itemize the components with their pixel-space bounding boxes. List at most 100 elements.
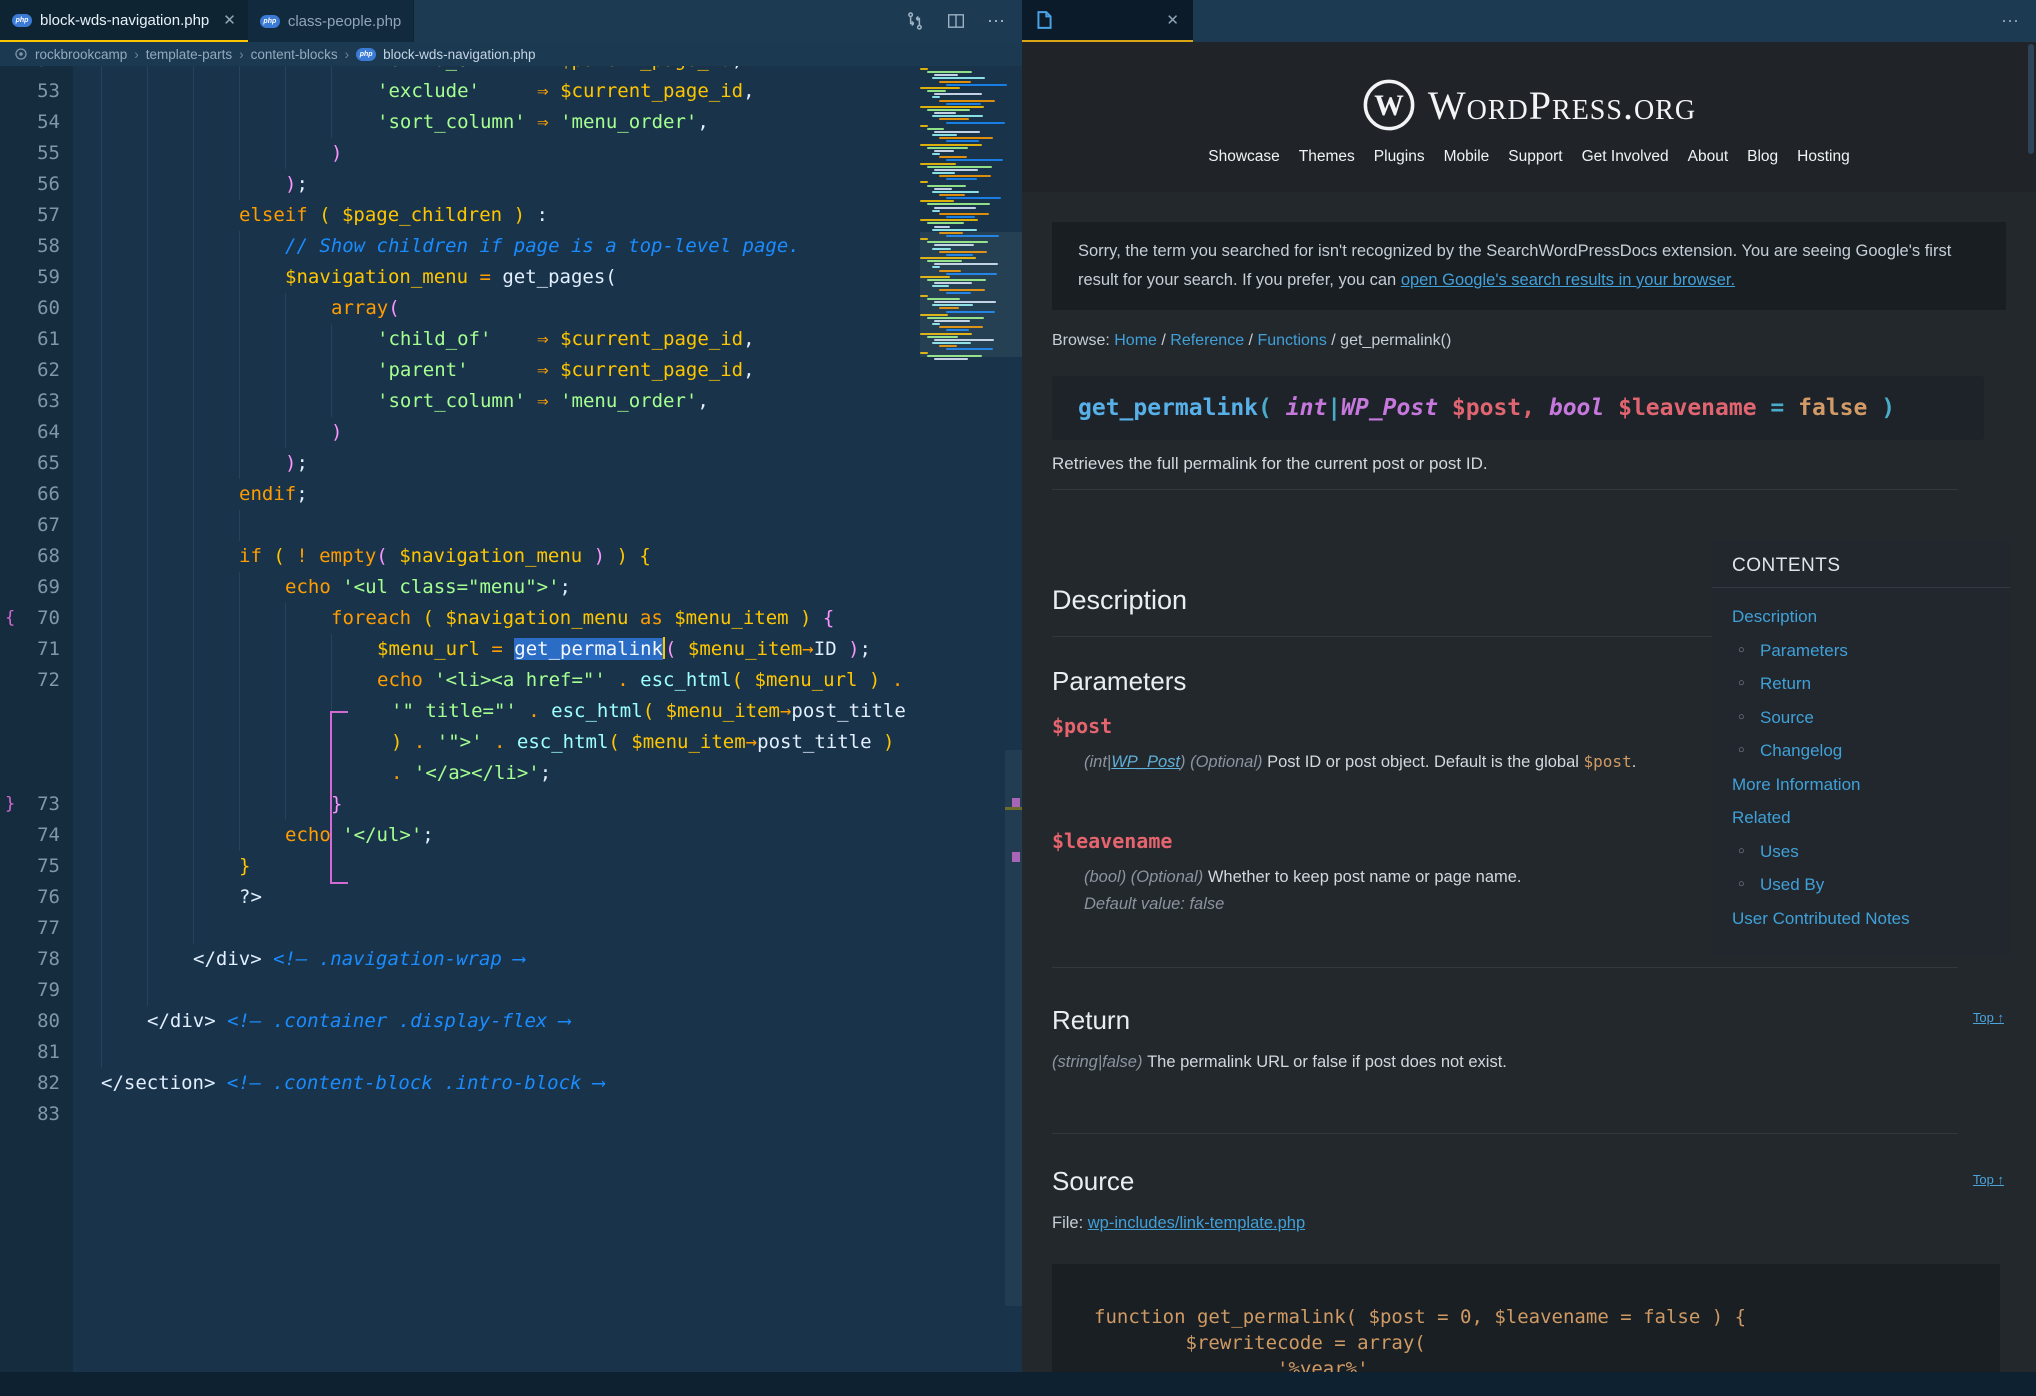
search-notice: Sorry, the term you searched for isn't r…: [1052, 222, 2006, 310]
more-actions-icon[interactable]: ⋯: [2001, 11, 2020, 32]
code-line[interactable]: 68if ( ! empty( $navigation_menu ) ) {: [0, 541, 1010, 572]
top-link[interactable]: Top ↑: [1973, 1172, 2004, 1187]
contents-link-user-contributed-notes[interactable]: User Contributed Notes: [1712, 902, 2010, 936]
code-line[interactable]: 62'parent' ⇒ $current_page_id,: [0, 355, 1010, 386]
code-line[interactable]: 60array(: [0, 293, 1010, 324]
webview-scrollbar[interactable]: [2028, 44, 2034, 154]
tab-class-people[interactable]: php class-people.php: [248, 0, 414, 42]
tab-block-wds-navigation[interactable]: php block-wds-navigation.php ✕: [0, 0, 248, 42]
tab-bar-left: php block-wds-navigation.php ✕ php class…: [0, 0, 1022, 42]
line-number: 63: [0, 386, 60, 417]
param-post-desc: (int|WP_Post) (Optional) Post ID or post…: [1084, 748, 1684, 776]
line-number: 60: [0, 293, 60, 324]
line-number: 58: [0, 231, 60, 262]
code-line[interactable]: 67: [0, 510, 1010, 541]
line-number: 81: [0, 1037, 60, 1068]
code-line[interactable]: 69echo '<ul class="menu">';: [0, 572, 1010, 603]
return-desc: (string|false) The permalink URL or fals…: [1052, 1053, 1507, 1072]
code-line[interactable]: 78</div> <!— .navigation-wrap ⟶: [0, 944, 1010, 975]
overview-ruler-selection-marker: [1012, 852, 1020, 862]
code-line[interactable]: 63'sort_column' ⇒ 'menu_order',: [0, 386, 1010, 417]
code-line[interactable]: 66endif;: [0, 479, 1010, 510]
wp-nav-get-involved[interactable]: Get Involved: [1582, 148, 1669, 166]
line-number: 75: [0, 851, 60, 882]
contents-link-description[interactable]: Description: [1712, 600, 2010, 634]
line-number: 68: [0, 541, 60, 572]
line-number: 69: [0, 572, 60, 603]
top-link[interactable]: Top ↑: [1973, 1010, 2004, 1025]
param-leavename-default: Default value: false: [1084, 891, 1684, 918]
code-line[interactable]: 76?>: [0, 882, 1010, 913]
contents-link-more-information[interactable]: More Information: [1712, 768, 2010, 802]
line-number: 67: [0, 510, 60, 541]
breadcrumb-item[interactable]: content-blocks: [251, 47, 338, 62]
contents-link-source[interactable]: Source: [1712, 701, 2010, 735]
code-line[interactable]: 54'sort_column' ⇒ 'menu_order',: [0, 107, 1010, 138]
code-line[interactable]: 59$navigation_menu = get_pages(: [0, 262, 1010, 293]
code-line[interactable]: 74echo '</ul>';: [0, 820, 1010, 851]
code-line[interactable]: 75}: [0, 851, 1010, 882]
tab-label: class-people.php: [288, 13, 401, 30]
code-line[interactable]: 80</div> <!— .container .display-flex ⟶: [0, 1006, 1010, 1037]
code-line[interactable]: 64): [0, 417, 1010, 448]
code-line[interactable]: . '</a></li>';: [0, 758, 1010, 789]
code-line[interactable]: 72echo '<li><a href="' . esc_html( $menu…: [0, 665, 1010, 696]
contents-link-return[interactable]: Return: [1712, 667, 2010, 701]
code-line[interactable]: 65);: [0, 448, 1010, 479]
line-number: 55: [0, 138, 60, 169]
code-line[interactable]: 61'child_of' ⇒ $current_page_id,: [0, 324, 1010, 355]
wp-nav-mobile[interactable]: Mobile: [1444, 148, 1490, 166]
line-number: 82: [0, 1068, 60, 1099]
code-line[interactable]: 77: [0, 913, 1010, 944]
code-line[interactable]: 73}}: [0, 789, 1010, 820]
browse-breadcrumb: Browse: Home / Reference / Functions / g…: [1052, 332, 1451, 350]
code-line[interactable]: 83: [0, 1099, 1010, 1130]
code-line[interactable]: 82</section> <!— .content-block .intro-b…: [0, 1068, 1010, 1099]
code-line[interactable]: 81: [0, 1037, 1010, 1068]
bracket-scope-guide: [330, 711, 332, 884]
code-line[interactable]: '" title="' . esc_html( $menu_item→post_…: [0, 696, 1010, 727]
contents-link-uses[interactable]: Uses: [1712, 835, 2010, 869]
divider: [1052, 489, 1958, 490]
editor-scrollbar[interactable]: [1005, 750, 1022, 1306]
more-actions-icon[interactable]: ⋯: [987, 11, 1006, 32]
contents-link-parameters[interactable]: Parameters: [1712, 634, 2010, 668]
minimap-slider[interactable]: [920, 232, 1022, 357]
wp-nav-hosting[interactable]: Hosting: [1797, 148, 1850, 166]
breadcrumb-item[interactable]: template-parts: [146, 47, 232, 62]
wp-nav-support[interactable]: Support: [1508, 148, 1562, 166]
breadcrumb-item[interactable]: block-wds-navigation.php: [383, 47, 535, 62]
svg-text:W: W: [1374, 90, 1404, 122]
wordpress-header: W WordPress.org Showcase Themes Plugins Mob…: [1022, 42, 2036, 192]
contents-link-used-by[interactable]: Used By: [1712, 868, 2010, 902]
source-file-line: File: wp-includes/link-template.php: [1052, 1214, 1305, 1233]
code-line[interactable]: 70{foreach ( $navigation_menu as $menu_i…: [0, 603, 1010, 634]
close-icon[interactable]: ✕: [223, 11, 236, 29]
code-line[interactable]: 58// Show children if page is a top-leve…: [0, 231, 1010, 262]
divider: [1052, 1133, 1958, 1134]
code-line[interactable]: 55): [0, 138, 1010, 169]
breadcrumb-item[interactable]: rockbrookcamp: [35, 47, 127, 62]
line-number: 71: [0, 634, 60, 665]
contents-link-changelog[interactable]: Changelog: [1712, 734, 2010, 768]
code-line[interactable]: 79: [0, 975, 1010, 1006]
code-line[interactable]: 56);: [0, 169, 1010, 200]
contents-link-related[interactable]: Related: [1712, 801, 2010, 835]
tab-webview[interactable]: ✕: [1022, 0, 1193, 42]
screen: 50$navigation_menu = get_pages(51array(5…: [0, 0, 2036, 1396]
compare-changes-icon[interactable]: [905, 11, 925, 31]
line-number: 57: [0, 200, 60, 231]
wp-nav-plugins[interactable]: Plugins: [1374, 148, 1425, 166]
wp-nav-showcase[interactable]: Showcase: [1208, 148, 1280, 166]
code-line[interactable]: ) . '">' . esc_html( $menu_item→post_tit…: [0, 727, 1010, 758]
wordpress-logo[interactable]: W WordPress.org: [1022, 78, 2036, 132]
code-line[interactable]: 57elseif ( $page_children ) :: [0, 200, 1010, 231]
code-line[interactable]: 53'exclude' ⇒ $current_page_id,: [0, 76, 1010, 107]
code-line[interactable]: 71$menu_url = get_permalink( $menu_item→…: [0, 634, 1010, 665]
wp-nav-about[interactable]: About: [1688, 148, 1729, 166]
wp-nav-blog[interactable]: Blog: [1747, 148, 1778, 166]
close-icon[interactable]: ✕: [1166, 11, 1179, 29]
code-editor[interactable]: 50$navigation_menu = get_pages(51array(5…: [0, 0, 1022, 1372]
wp-nav-themes[interactable]: Themes: [1299, 148, 1355, 166]
split-editor-icon[interactable]: [947, 12, 965, 30]
